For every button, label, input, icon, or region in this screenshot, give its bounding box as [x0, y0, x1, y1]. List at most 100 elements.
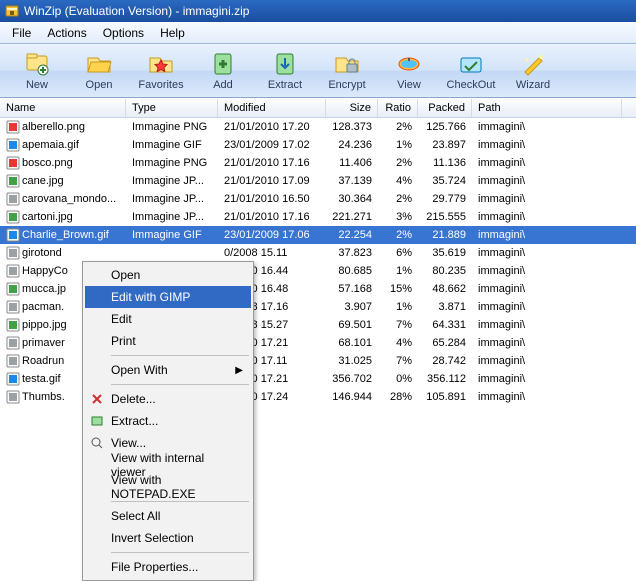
cell-modified: 21/01/2010 17.09 — [218, 174, 326, 188]
cell-path: immagini\ — [472, 354, 622, 368]
cell-path: immagini\ — [472, 228, 622, 242]
toolbar-label: New — [26, 79, 48, 91]
menu-item-label: Print — [111, 334, 136, 348]
toolbar-label: View — [397, 79, 421, 91]
toolbar-open[interactable]: Open — [68, 46, 130, 96]
menu-item-view-with-notepad-exe[interactable]: View with NOTEPAD.EXE — [85, 476, 251, 498]
menu-item-label: Delete... — [111, 392, 156, 406]
table-row[interactable]: girotond0/2008 15.1137.8236%35.619immagi… — [0, 244, 636, 262]
cell-name: cane.jpg — [0, 173, 126, 189]
header-path[interactable]: Path — [472, 99, 622, 117]
toolbar: New OpenFavoritesAddExtract Encrypt View Che… — [0, 44, 636, 98]
menu-item-delete[interactable]: Delete... — [85, 388, 251, 410]
header-type[interactable]: Type — [126, 99, 218, 117]
menu-item-edit[interactable]: Edit — [85, 308, 251, 330]
app-icon — [4, 3, 20, 19]
cell-path: immagini\ — [472, 336, 622, 350]
column-headers: Name Type Modified Size Ratio Packed Pat… — [0, 98, 636, 118]
cell-packed: 80.235 — [418, 264, 472, 278]
menu-item-label: File Properties... — [111, 560, 198, 574]
submenu-arrow-icon: ▶ — [235, 365, 243, 376]
menu-file[interactable]: File — [4, 24, 39, 42]
table-row[interactable]: apemaia.gifImmagine GIF23/01/2009 17.022… — [0, 136, 636, 154]
file-icon — [6, 156, 20, 170]
header-size[interactable]: Size — [326, 99, 378, 117]
new-icon — [23, 50, 51, 78]
header-name[interactable]: Name — [0, 99, 126, 117]
file-icon — [6, 264, 20, 278]
cell-packed: 23.897 — [418, 138, 472, 152]
file-icon — [6, 246, 20, 260]
toolbar-add[interactable]: Add — [192, 46, 254, 96]
menu-actions[interactable]: Actions — [39, 24, 94, 42]
cell-packed: 64.331 — [418, 318, 472, 332]
toolbar-encrypt[interactable]: Encrypt — [316, 46, 378, 96]
menu-item-file-properties[interactable]: File Properties... — [85, 556, 251, 578]
toolbar-favorites[interactable]: Favorites — [130, 46, 192, 96]
encrypt-icon — [333, 50, 361, 78]
cell-size: 24.236 — [326, 138, 378, 152]
menu-item-label: Extract... — [111, 414, 158, 428]
cell-ratio: 6% — [378, 246, 418, 260]
toolbar-wizard[interactable]: Wizard — [502, 46, 564, 96]
fav-icon — [147, 50, 175, 78]
table-row[interactable]: carovana_mondo...Immagine JP...21/01/201… — [0, 190, 636, 208]
cell-modified: 0/2008 15.11 — [218, 246, 326, 260]
view-icon — [89, 435, 105, 451]
menu-item-open[interactable]: Open — [85, 264, 251, 286]
header-packed[interactable]: Packed — [418, 99, 472, 117]
cell-size: 22.254 — [326, 228, 378, 242]
open-icon — [85, 50, 113, 78]
menu-item-label: Edit — [111, 312, 132, 326]
menu-separator — [111, 355, 249, 356]
cell-ratio: 3% — [378, 210, 418, 224]
table-row[interactable]: cartoni.jpgImmagine JP...21/01/2010 17.1… — [0, 208, 636, 226]
menu-item-open-with[interactable]: Open With▶ — [85, 359, 251, 381]
cell-type: Immagine PNG — [126, 120, 218, 134]
menu-item-select-all[interactable]: Select All — [85, 505, 251, 527]
cell-packed: 105.891 — [418, 390, 472, 404]
menu-item-label: Edit with GIMP — [111, 290, 190, 304]
table-row[interactable]: bosco.pngImmagine PNG21/01/2010 17.1611.… — [0, 154, 636, 172]
header-ratio[interactable]: Ratio — [378, 99, 418, 117]
file-icon — [6, 174, 20, 188]
menu-item-invert-selection[interactable]: Invert Selection — [85, 527, 251, 549]
titlebar: WinZip (Evaluation Version) - immagini.z… — [0, 0, 636, 22]
menu-options[interactable]: Options — [95, 24, 152, 42]
toolbar-view[interactable]: View — [378, 46, 440, 96]
file-icon — [6, 192, 20, 206]
file-icon — [6, 390, 20, 404]
toolbar-new[interactable]: New — [6, 46, 68, 96]
cell-ratio: 4% — [378, 174, 418, 188]
toolbar-label: Encrypt — [328, 79, 365, 91]
checkout-icon — [457, 50, 485, 78]
cell-type: Immagine JP... — [126, 210, 218, 224]
header-modified[interactable]: Modified — [218, 99, 326, 117]
toolbar-checkout[interactable]: CheckOut — [440, 46, 502, 96]
toolbar-extract[interactable]: Extract — [254, 46, 316, 96]
cell-ratio: 2% — [378, 228, 418, 242]
cell-type: Immagine JP... — [126, 174, 218, 188]
menu-item-extract[interactable]: Extract... — [85, 410, 251, 432]
file-icon — [6, 210, 20, 224]
cell-modified: 23/01/2009 17.02 — [218, 138, 326, 152]
file-icon — [6, 354, 20, 368]
cell-ratio: 2% — [378, 120, 418, 134]
extract-icon — [271, 50, 299, 78]
cell-name: cartoni.jpg — [0, 209, 126, 225]
table-row[interactable]: alberello.pngImmagine PNG21/01/2010 17.2… — [0, 118, 636, 136]
file-icon — [6, 120, 20, 134]
menu-help[interactable]: Help — [152, 24, 193, 42]
cell-size: 69.501 — [326, 318, 378, 332]
cell-size: 37.823 — [326, 246, 378, 260]
cell-ratio: 15% — [378, 282, 418, 296]
file-icon — [6, 336, 20, 350]
menu-item-edit-with-gimp[interactable]: Edit with GIMP — [85, 286, 251, 308]
cell-modified: 21/01/2010 17.20 — [218, 120, 326, 134]
cell-size: 221.271 — [326, 210, 378, 224]
cell-size: 37.139 — [326, 174, 378, 188]
cell-size: 3.907 — [326, 300, 378, 314]
table-row[interactable]: cane.jpgImmagine JP...21/01/2010 17.0937… — [0, 172, 636, 190]
menu-item-print[interactable]: Print — [85, 330, 251, 352]
table-row[interactable]: Charlie_Brown.gifImmagine GIF23/01/2009 … — [0, 226, 636, 244]
